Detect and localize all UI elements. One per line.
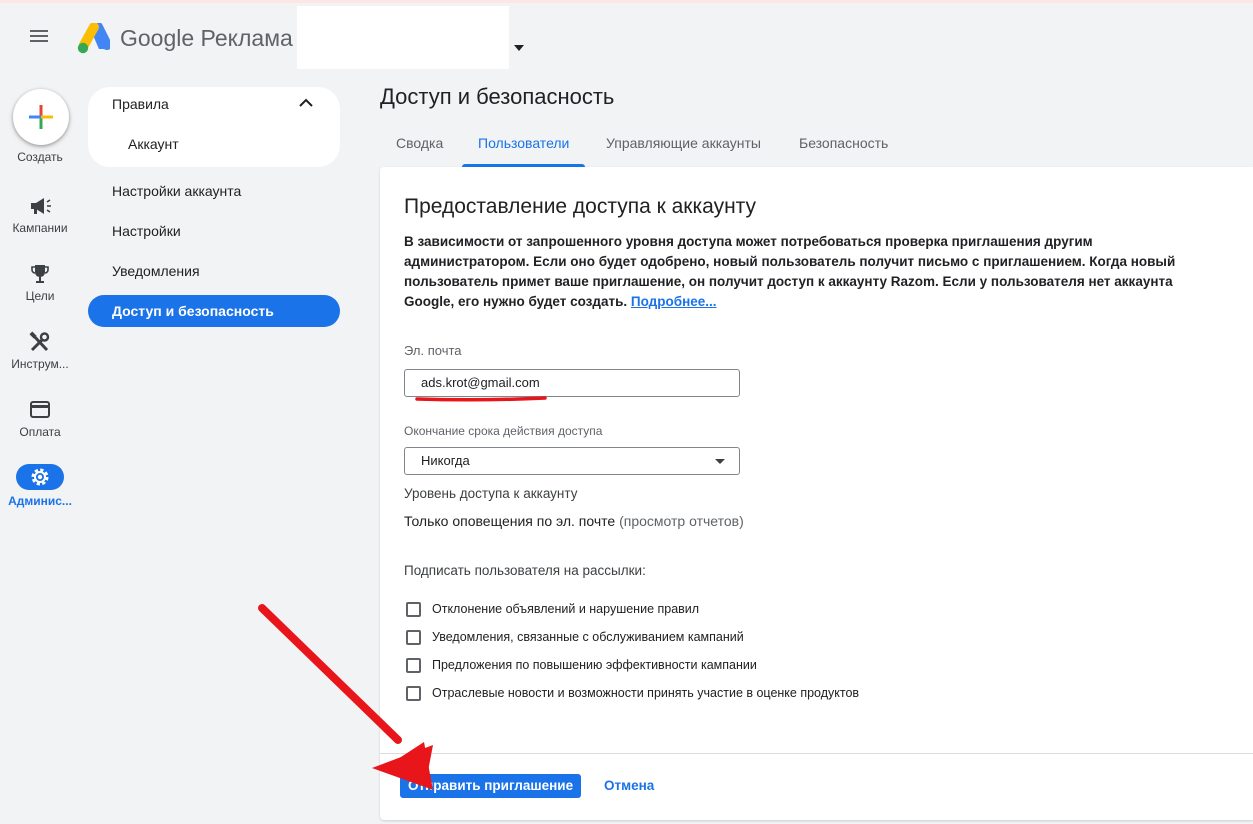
app-header: Google Реклама [0, 3, 1253, 71]
expiry-label: Окончание срока действия доступа [404, 424, 603, 438]
tab-security[interactable]: Безопасность [783, 127, 904, 167]
page-title: Доступ и безопасность [380, 84, 615, 109]
rail-label-campaigns: Кампании [12, 221, 68, 235]
checkbox[interactable] [406, 630, 421, 645]
card-description: В зависимости от запрошенного уровня дос… [404, 232, 1204, 312]
create-label: Создать [17, 150, 63, 164]
subnav-item-settings[interactable]: Настройки [88, 215, 340, 247]
grant-access-card: Предоставление доступа к аккаунту В зави… [380, 167, 1253, 820]
chevron-up-icon[interactable] [298, 97, 314, 109]
account-selector[interactable] [297, 6, 509, 69]
checkbox-label: Отраслевые новости и возможности принять… [432, 686, 860, 700]
rail-item-goals[interactable]: Цели [0, 263, 80, 303]
access-level-value[interactable]: Только оповещения по эл. почте (просмотр… [404, 513, 744, 529]
hamburger-menu-icon[interactable] [26, 27, 54, 51]
subnav-item-notifications[interactable]: Уведомления [88, 255, 340, 287]
rail-item-campaigns[interactable]: Кампании [0, 195, 80, 235]
access-level-label: Уровень доступа к аккаунту [404, 486, 578, 501]
rail-item-admin[interactable]: Админис... [0, 464, 80, 508]
subnav-item-account[interactable]: Аккаунт [128, 136, 179, 152]
subnav-group-rules: Правила Аккаунт [88, 87, 340, 167]
subnav-item-account-settings[interactable]: Настройки аккаунта [88, 175, 340, 207]
megaphone-icon [31, 198, 51, 214]
tab-users[interactable]: Пользователи [462, 127, 586, 167]
description-text: В зависимости от запрошенного уровня дос… [404, 234, 1176, 309]
checkbox[interactable] [406, 658, 421, 673]
rail-label-admin: Админис... [8, 494, 72, 508]
checkbox-label: Отклонение объявлений и нарушение правил [432, 602, 700, 616]
rail-label-goals: Цели [25, 289, 55, 303]
checkbox-label: Уведомления, связанные с обслуживанием к… [432, 630, 744, 644]
email-field[interactable]: ads.krot@gmail.com [404, 369, 740, 397]
tab-manager-accounts[interactable]: Управляющие аккаунты [590, 127, 777, 167]
subnav-item-access-security[interactable]: Доступ и безопасность [88, 295, 340, 327]
subnav-group-title[interactable]: Правила [112, 96, 169, 112]
card-title: Предоставление доступа к аккаунту [404, 195, 757, 218]
checkbox[interactable] [406, 602, 421, 617]
plus-icon [29, 105, 53, 129]
credit-card-icon [30, 401, 50, 418]
tools-icon [29, 331, 50, 352]
send-invitation-button[interactable]: Отправить приглашение [400, 774, 582, 798]
gear-icon [31, 468, 49, 486]
email-label: Эл. почта [404, 343, 462, 358]
create-button[interactable] [13, 89, 69, 145]
access-level-note: (просмотр отчетов) [619, 513, 744, 529]
access-level-text: Только оповещения по эл. почте [404, 513, 616, 529]
expiry-select[interactable]: Никогда [404, 447, 740, 475]
learn-more-link[interactable]: Подробнее... [631, 294, 717, 309]
expiry-value: Никогда [421, 453, 470, 468]
rail-create-label-wrap: Создать [0, 146, 80, 164]
subscribe-label: Подписать пользователя на рассылки: [404, 563, 646, 578]
brand-name: Google Реклама [120, 25, 293, 51]
google-ads-page: Google Реклама Создать Кампании Цели Инс… [0, 0, 1253, 824]
account-dropdown-caret-icon[interactable] [514, 45, 524, 51]
rail-active-pill [16, 464, 64, 490]
google-ads-logo-icon [77, 23, 110, 54]
rail-item-tools[interactable]: Инструм... [0, 331, 80, 371]
red-underline-annotation [415, 396, 547, 402]
rail-label-billing: Оплата [19, 425, 61, 439]
checkbox[interactable] [406, 686, 421, 701]
tab-summary[interactable]: Сводка [380, 127, 459, 167]
trophy-icon [31, 265, 49, 283]
rail-item-billing[interactable]: Оплата [0, 399, 80, 439]
checkbox-label: Предложения по повышению эффективности к… [432, 658, 757, 672]
cancel-button[interactable]: Отмена [604, 774, 654, 798]
rail-label-tools: Инструм... [11, 357, 69, 371]
dropdown-caret-icon [715, 459, 725, 464]
card-divider [380, 753, 1253, 754]
